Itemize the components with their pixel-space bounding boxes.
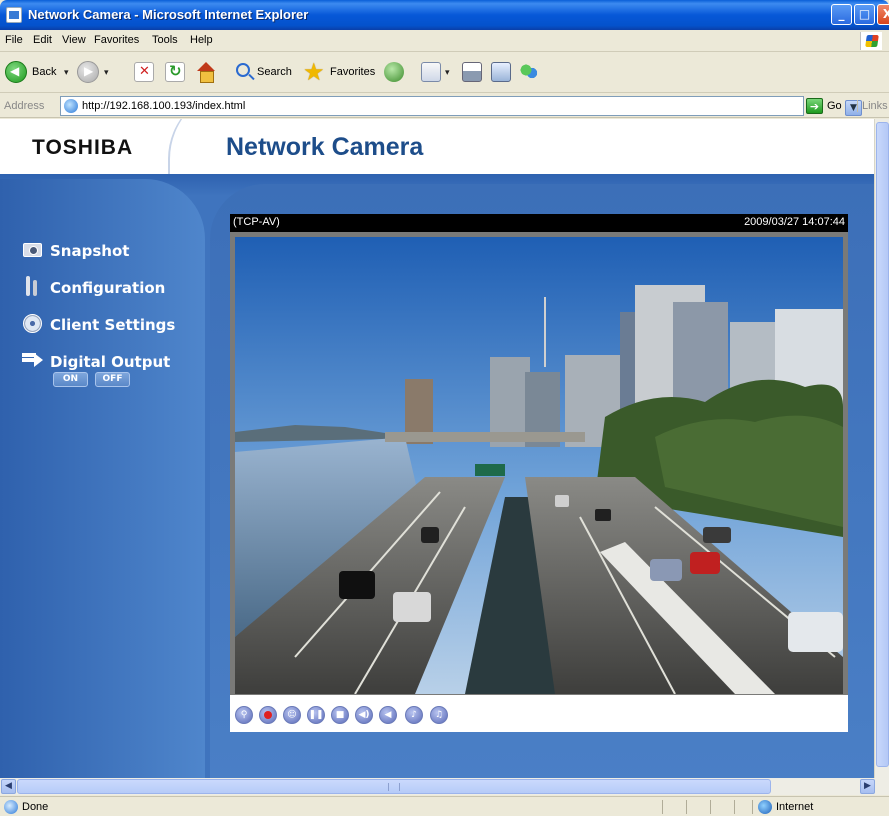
- city-highway-scene: [235, 237, 843, 694]
- menu-help[interactable]: Help: [190, 34, 213, 46]
- stream-mode-label: (TCP-AV): [233, 216, 280, 228]
- menu-edit[interactable]: Edit: [33, 34, 52, 46]
- page-header: TOSHIBA Network Camera: [0, 119, 874, 199]
- status-divider: [662, 800, 663, 814]
- page-title: Network Camera: [226, 133, 424, 161]
- talk-mute-icon[interactable]: ♫: [430, 706, 448, 724]
- favorites-button-label[interactable]: Favorites: [330, 66, 375, 78]
- browser-window: Network Camera - Microsoft Internet Expl…: [0, 0, 889, 816]
- status-divider: [710, 800, 711, 814]
- record-icon[interactable]: [259, 706, 277, 724]
- video-info-bar: (TCP-AV) 2009/03/27 14:07:44: [230, 214, 848, 232]
- favorites-icon[interactable]: ★: [303, 58, 325, 86]
- sidebar-item-label: Digital Output: [50, 353, 171, 371]
- search-icon[interactable]: [236, 63, 250, 77]
- horizontal-scrollbar[interactable]: ◀ ▶: [0, 778, 889, 795]
- pause-icon[interactable]: ❚❚: [307, 706, 325, 724]
- vertical-scrollbar[interactable]: [874, 119, 889, 778]
- scroll-right-icon[interactable]: ▶: [860, 779, 875, 794]
- forward-icon[interactable]: [77, 61, 99, 83]
- video-control-bar: ⚲ ☺ ❚❚ ■ ◀) ◀ ♪ ♫: [230, 695, 848, 732]
- speaker-icon[interactable]: ◀): [355, 706, 373, 724]
- go-button-label[interactable]: Go: [827, 100, 842, 112]
- video-timestamp: 2009/03/27 14:07:44: [744, 216, 845, 228]
- back-icon[interactable]: [5, 61, 27, 83]
- title-bar[interactable]: Network Camera - Microsoft Internet Expl…: [0, 0, 889, 30]
- maximize-button[interactable]: □: [854, 4, 875, 25]
- address-url[interactable]: http://192.168.100.193/index.html: [82, 100, 245, 112]
- mute-icon[interactable]: ◀: [379, 706, 397, 724]
- ie-page-icon: [64, 99, 78, 113]
- sidebar-item-label: Configuration: [50, 279, 166, 297]
- status-divider: [752, 800, 753, 814]
- address-input[interactable]: http://192.168.100.193/index.html ▼: [60, 96, 862, 116]
- menu-bar: File Edit View Favorites Tools Help: [0, 30, 889, 52]
- forward-dropdown-icon[interactable]: ▾: [104, 68, 109, 78]
- horizontal-scrollbar-thumb[interactable]: [17, 779, 771, 794]
- status-text: Done: [22, 801, 49, 813]
- menu-tools[interactable]: Tools: [152, 34, 178, 46]
- stop-icon[interactable]: [134, 62, 154, 82]
- zoom-icon[interactable]: ⚲: [235, 706, 253, 724]
- refresh-icon[interactable]: [165, 62, 185, 82]
- windows-logo-icon: [860, 32, 882, 50]
- minimize-button[interactable]: _: [831, 4, 852, 25]
- vertical-scrollbar-thumb[interactable]: [876, 122, 889, 767]
- messenger-icon[interactable]: [519, 62, 539, 82]
- security-zone-label: Internet: [776, 801, 814, 813]
- snapshot-user-icon[interactable]: ☺: [283, 706, 301, 724]
- mail-icon[interactable]: [421, 62, 441, 82]
- sidebar-item-label: Client Settings: [50, 316, 176, 334]
- internet-zone-icon: [758, 800, 772, 814]
- status-divider: [686, 800, 687, 814]
- sidebar-item-label: Snapshot: [50, 242, 130, 260]
- sidebar-item-client-settings[interactable]: Client Settings: [22, 313, 175, 337]
- print-icon[interactable]: [462, 62, 482, 82]
- digital-output-on-button[interactable]: ON: [53, 372, 88, 387]
- sidebar-item-configuration[interactable]: Configuration: [22, 276, 165, 300]
- search-button-label[interactable]: Search: [257, 66, 292, 78]
- status-bar: Done Internet: [0, 796, 889, 816]
- media-icon[interactable]: [384, 62, 404, 82]
- scrollbar-grip-icon: [388, 783, 400, 791]
- plug-icon: [22, 350, 44, 370]
- sidebar: [0, 179, 205, 778]
- menu-file[interactable]: File: [5, 34, 23, 46]
- back-dropdown-icon[interactable]: ▾: [64, 68, 69, 78]
- status-divider: [734, 800, 735, 814]
- brand-logo: TOSHIBA: [32, 136, 134, 159]
- stop-icon[interactable]: ■: [331, 706, 349, 724]
- edit-icon[interactable]: [491, 62, 511, 82]
- window-title: Network Camera - Microsoft Internet Expl…: [28, 7, 309, 22]
- mail-dropdown-icon[interactable]: ▾: [445, 68, 450, 78]
- tools-icon: [22, 276, 44, 296]
- ie-page-icon: [6, 7, 22, 23]
- disc-icon: [22, 313, 44, 333]
- live-video-feed[interactable]: [235, 237, 843, 694]
- page-status-icon: [4, 800, 18, 814]
- camera-icon: [22, 239, 44, 259]
- menu-favorites[interactable]: Favorites: [94, 34, 139, 46]
- menu-view[interactable]: View: [62, 34, 86, 46]
- close-button[interactable]: X: [877, 4, 889, 25]
- sidebar-item-digital-output: Digital Output: [22, 350, 170, 374]
- address-bar: Address http://192.168.100.193/index.htm…: [0, 94, 889, 118]
- talk-icon[interactable]: ♪: [405, 706, 423, 724]
- links-label[interactable]: Links: [857, 100, 888, 112]
- back-button-label[interactable]: Back: [32, 66, 56, 78]
- scroll-left-icon[interactable]: ◀: [1, 779, 16, 794]
- address-label: Address: [4, 100, 45, 112]
- toolbar: Back ▾ ▾ Search ★ Favorites ▾: [0, 53, 889, 93]
- page-content: TOSHIBA Network Camera Snapshot Configur…: [0, 119, 874, 778]
- sidebar-item-snapshot[interactable]: Snapshot: [22, 239, 129, 263]
- home-icon[interactable]: [196, 62, 216, 83]
- go-arrow-icon[interactable]: ➔: [806, 98, 823, 114]
- digital-output-off-button[interactable]: OFF: [95, 372, 130, 387]
